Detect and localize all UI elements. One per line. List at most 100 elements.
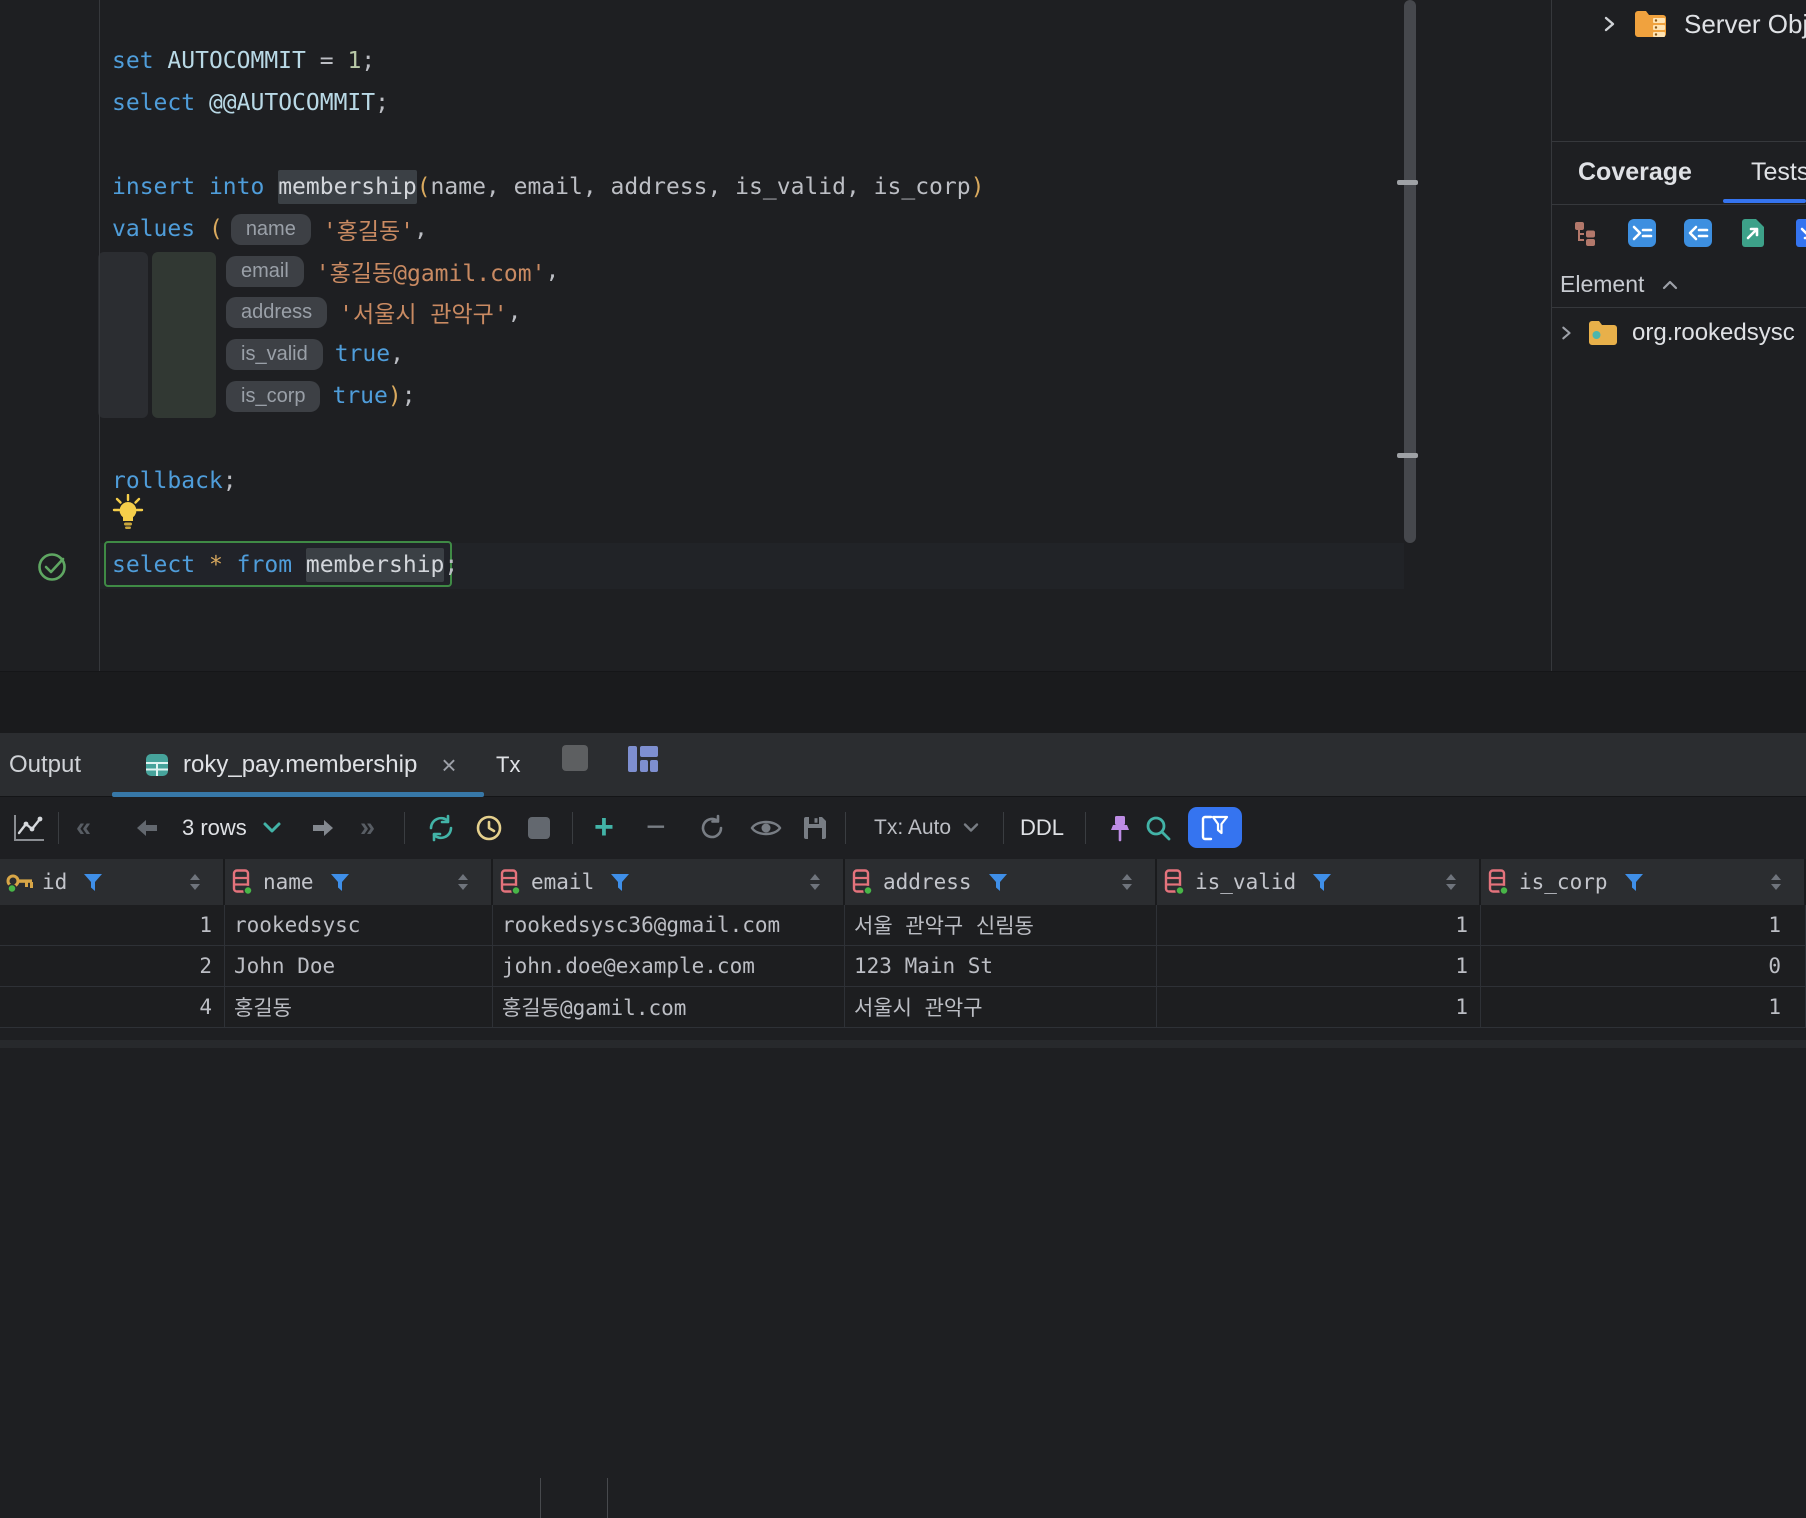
add-row-icon[interactable]: + bbox=[594, 797, 614, 858]
code-line[interactable]: select * from membership; bbox=[112, 544, 458, 586]
close-tab-icon[interactable]: × bbox=[441, 750, 456, 781]
grid-cell-email[interactable]: 홍길동@gamil.com bbox=[493, 987, 845, 1027]
revert-icon[interactable] bbox=[698, 797, 726, 858]
grid-cell-email[interactable]: rookedsysc36@gmail.com bbox=[493, 905, 845, 945]
column-header-name[interactable]: name bbox=[225, 859, 493, 905]
tab-result-grid[interactable]: roky_pay.membership × bbox=[145, 733, 457, 797]
column-icon bbox=[499, 869, 523, 895]
tree-item-server-objects[interactable]: Server Obj bbox=[1600, 0, 1806, 48]
toolbar-divider bbox=[572, 812, 573, 844]
chevron-right-icon[interactable] bbox=[1600, 15, 1618, 33]
filter-panel-toggle-active[interactable] bbox=[1188, 807, 1242, 848]
coverage-column-header-element[interactable]: Element bbox=[1560, 262, 1678, 307]
filter-funnel-icon[interactable] bbox=[988, 873, 1008, 892]
rerun-coverage-icon[interactable] bbox=[1684, 219, 1712, 247]
column-header-address[interactable]: address bbox=[845, 859, 1157, 905]
code-line[interactable]: email'홍길동@gamil.com', bbox=[218, 250, 559, 292]
code-line[interactable]: insert into membership(name, email, addr… bbox=[112, 166, 984, 208]
sort-toggle-icon[interactable] bbox=[1445, 872, 1457, 892]
pin-tab-icon[interactable] bbox=[1108, 797, 1132, 858]
save-icon[interactable] bbox=[802, 797, 828, 858]
grid-cell-is_corp[interactable]: 0 bbox=[1481, 946, 1806, 986]
intention-lightbulb-icon[interactable] bbox=[112, 494, 144, 530]
sort-toggle-icon[interactable] bbox=[809, 872, 821, 892]
preview-eye-icon[interactable] bbox=[750, 797, 782, 858]
toolbar-divider bbox=[1085, 812, 1086, 844]
coverage-tree-icon[interactable] bbox=[1574, 220, 1600, 246]
page-size-chevron-icon[interactable] bbox=[262, 797, 282, 858]
code-line[interactable]: values (name'홍길동', bbox=[112, 208, 428, 250]
delete-row-icon[interactable]: − bbox=[646, 797, 666, 858]
code-line[interactable]: select @@AUTOCOMMIT; bbox=[112, 82, 389, 124]
history-clock-icon[interactable] bbox=[474, 797, 504, 858]
run-coverage-icon[interactable] bbox=[1628, 219, 1656, 247]
grid-cell-name[interactable]: rookedsysc bbox=[225, 905, 493, 945]
code-line[interactable]: set AUTOCOMMIT = 1; bbox=[112, 40, 375, 82]
tx-mode-selector[interactable]: Tx: Auto bbox=[874, 797, 979, 858]
grid-cell-address[interactable]: 123 Main St bbox=[845, 946, 1157, 986]
stop-query-icon[interactable] bbox=[528, 797, 550, 858]
sort-toggle-icon[interactable] bbox=[1770, 872, 1782, 892]
plot-icon[interactable] bbox=[12, 797, 46, 858]
grid-cell-is_valid[interactable]: 1 bbox=[1157, 946, 1481, 986]
grid-cell-is_corp[interactable]: 1 bbox=[1481, 905, 1806, 945]
parameter-hint-chip: name bbox=[231, 214, 311, 245]
grid-cell-id[interactable]: 4 bbox=[0, 987, 225, 1027]
column-header-email[interactable]: email bbox=[493, 859, 845, 905]
last-page-button[interactable]: » bbox=[360, 797, 373, 858]
tree-item-package[interactable]: org.rookedsysc bbox=[1558, 307, 1806, 359]
filter-funnel-icon[interactable] bbox=[1312, 873, 1332, 892]
previous-page-button[interactable] bbox=[134, 797, 160, 858]
tab-tests[interactable]: Tests bbox=[1751, 141, 1806, 203]
selected-tab-underline bbox=[1723, 199, 1806, 203]
export-report-teal-icon[interactable] bbox=[1740, 218, 1766, 248]
tab-output[interactable]: Output bbox=[9, 733, 81, 797]
column-header-is_corp[interactable]: is_corp bbox=[1481, 859, 1806, 905]
refresh-icon[interactable] bbox=[426, 797, 456, 858]
editor-scrollbar[interactable] bbox=[1404, 0, 1416, 543]
code-token: , bbox=[508, 299, 522, 325]
panel-vertical-divider[interactable] bbox=[1551, 0, 1552, 671]
code-token: , bbox=[414, 216, 428, 242]
grid-cell-is_valid[interactable]: 1 bbox=[1157, 987, 1481, 1027]
tab-coverage[interactable]: Coverage bbox=[1578, 141, 1692, 203]
sql-editor[interactable]: set AUTOCOMMIT = 1;select @@AUTOCOMMIT; i… bbox=[0, 0, 1551, 671]
code-token bbox=[195, 216, 209, 242]
grid-cell-id[interactable]: 1 bbox=[0, 905, 225, 945]
stop-icon[interactable] bbox=[562, 745, 588, 771]
sort-toggle-icon[interactable] bbox=[457, 872, 469, 892]
filter-funnel-icon[interactable] bbox=[83, 873, 103, 892]
toolbar-divider bbox=[404, 812, 405, 844]
tab-tx[interactable]: Tx bbox=[496, 733, 520, 797]
code-line[interactable]: is_corptrue); bbox=[218, 375, 416, 417]
tree-item-label: Server Obj bbox=[1684, 9, 1806, 40]
grid-cell-is_valid[interactable]: 1 bbox=[1157, 905, 1481, 945]
code-token: ; bbox=[402, 383, 416, 409]
grid-cell-name[interactable]: 홍길동 bbox=[225, 987, 493, 1027]
grid-cell-address[interactable]: 서울 관악구 신림동 bbox=[845, 905, 1157, 945]
code-line[interactable]: is_validtrue, bbox=[218, 333, 404, 375]
layout-settings-icon[interactable] bbox=[628, 746, 658, 772]
filter-funnel-icon[interactable] bbox=[1624, 873, 1644, 892]
code-token: , bbox=[545, 258, 559, 284]
column-header-id[interactable]: id bbox=[0, 859, 225, 905]
sort-toggle-icon[interactable] bbox=[189, 872, 201, 892]
filter-funnel-icon[interactable] bbox=[610, 873, 630, 892]
ddl-button[interactable]: DDL bbox=[1020, 797, 1064, 858]
statement-executed-check-icon[interactable] bbox=[36, 550, 70, 584]
page-size-label[interactable]: 3 rows bbox=[182, 797, 247, 858]
import-report-blue-icon[interactable] bbox=[1794, 218, 1806, 248]
next-page-button[interactable] bbox=[310, 797, 336, 858]
column-header-is_valid[interactable]: is_valid bbox=[1157, 859, 1481, 905]
search-icon[interactable] bbox=[1144, 797, 1172, 858]
filter-funnel-icon[interactable] bbox=[330, 873, 350, 892]
sort-toggle-icon[interactable] bbox=[1121, 872, 1133, 892]
grid-cell-address[interactable]: 서울시 관악구 bbox=[845, 987, 1157, 1027]
grid-cell-email[interactable]: john.doe@example.com bbox=[493, 946, 845, 986]
grid-cell-id[interactable]: 2 bbox=[0, 946, 225, 986]
code-line[interactable]: address'서울시 관악구', bbox=[218, 291, 522, 333]
grid-cell-name[interactable]: John Doe bbox=[225, 946, 493, 986]
first-page-button[interactable]: « bbox=[76, 797, 89, 858]
chevron-right-icon[interactable] bbox=[1558, 325, 1574, 341]
grid-cell-is_corp[interactable]: 1 bbox=[1481, 987, 1806, 1027]
